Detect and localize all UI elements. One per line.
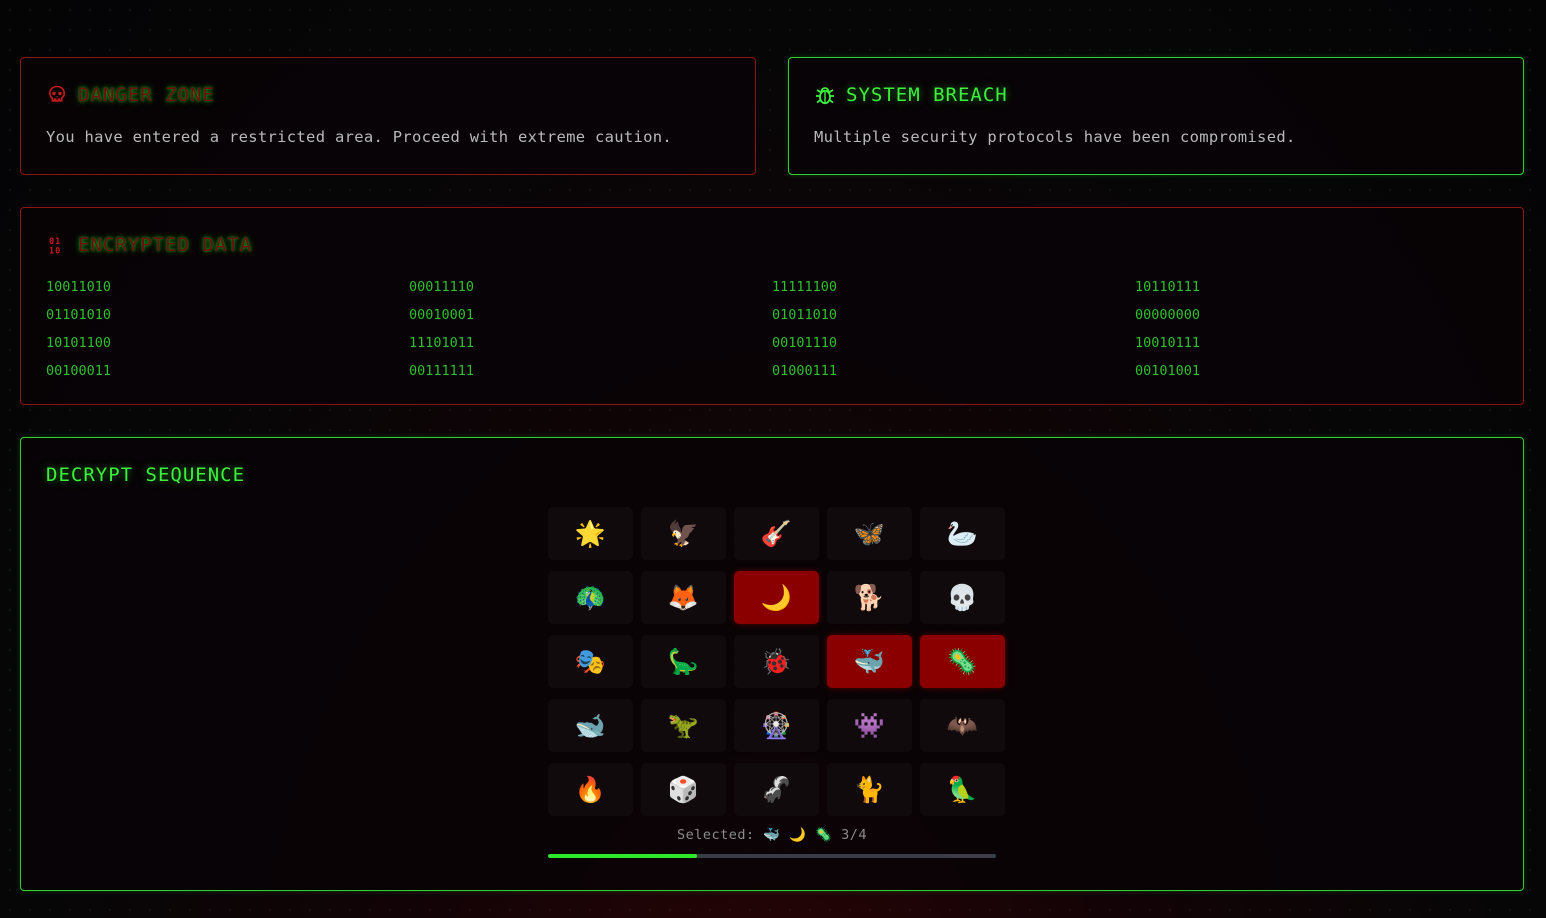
tile-masks[interactable]: 🎭 xyxy=(548,635,633,688)
tile-ferris-wheel[interactable]: 🎡 xyxy=(734,699,819,752)
danger-zone-text: You have entered a restricted area. Proc… xyxy=(46,128,673,146)
danger-zone-title: DANGER ZONE xyxy=(78,84,215,106)
system-breach-header: SYSTEM BREACH xyxy=(814,84,1008,106)
tile-ladybug[interactable]: 🐞 xyxy=(734,635,819,688)
tile-star[interactable]: 🌟 xyxy=(548,507,633,560)
binary-cell: 01101010 xyxy=(46,307,112,323)
binary-cell: 11101011 xyxy=(409,335,475,351)
svg-text:10: 10 xyxy=(49,247,61,257)
tile-dice[interactable]: 🎲 xyxy=(641,763,726,816)
decrypt-sequence-card: DECRYPT SEQUENCE 🌟 🦅 🎸 🦋 🦢 🦚 🦊 🌙 🐕 💀 🎭 🦕 🐞 🐳 🦠 🐋 🦖 🎡 👾 🦇 🔥 🎲 🦨… xyxy=(20,437,1524,891)
tile-t-rex[interactable]: 🦖 xyxy=(641,699,726,752)
encrypted-data-title: ENCRYPTED DATA xyxy=(78,234,253,256)
binary-icon: 01 10 xyxy=(46,234,68,257)
tile-whale[interactable]: 🐳 xyxy=(827,635,912,688)
tile-dog[interactable]: 🐕 xyxy=(827,571,912,624)
progress-bar xyxy=(548,854,996,858)
binary-cell: 10110111 xyxy=(1135,279,1201,295)
tile-skull[interactable]: 💀 xyxy=(920,571,1005,624)
skull-icon xyxy=(46,84,68,106)
binary-cell: 00101001 xyxy=(1135,363,1201,379)
system-breach-text: Multiple security protocols have been co… xyxy=(814,128,1296,146)
selected-count: 3/4 xyxy=(841,827,867,843)
decrypt-sequence-header: DECRYPT SEQUENCE xyxy=(46,464,245,486)
tile-sauropod[interactable]: 🦕 xyxy=(641,635,726,688)
bug-icon xyxy=(814,84,836,106)
binary-cell: 00010001 xyxy=(409,307,475,323)
selected-status: Selected: 🐳 🌙 🦠 3/4 xyxy=(548,827,996,843)
decrypt-sequence-title: DECRYPT SEQUENCE xyxy=(46,464,246,486)
tile-peacock[interactable]: 🦚 xyxy=(548,571,633,624)
tile-butterfly[interactable]: 🦋 xyxy=(827,507,912,560)
binary-cell: 10010111 xyxy=(1135,335,1201,351)
binary-cell: 00100011 xyxy=(46,363,112,379)
tile-moon[interactable]: 🌙 xyxy=(734,571,819,624)
system-breach-title: SYSTEM BREACH xyxy=(846,84,1008,106)
binary-cell: 00011110 xyxy=(409,279,475,295)
binary-cell: 00111111 xyxy=(409,363,475,379)
binary-cell: 00101110 xyxy=(772,335,838,351)
encrypted-data-header: 01 10 ENCRYPTED DATA xyxy=(46,234,253,257)
binary-cell: 10011010 xyxy=(46,279,112,295)
binary-cell: 10101100 xyxy=(46,335,112,351)
binary-cell: 00000000 xyxy=(1135,307,1201,323)
svg-text:01: 01 xyxy=(49,237,61,247)
tile-microbe[interactable]: 🦠 xyxy=(920,635,1005,688)
tile-fire[interactable]: 🔥 xyxy=(548,763,633,816)
tile-eagle[interactable]: 🦅 xyxy=(641,507,726,560)
system-breach-card: SYSTEM BREACH Multiple security protocol… xyxy=(788,57,1524,175)
danger-zone-card: DANGER ZONE You have entered a restricte… xyxy=(20,57,756,175)
selected-label: Selected: xyxy=(676,827,755,843)
tile-swan[interactable]: 🦢 xyxy=(920,507,1005,560)
tile-whale-2[interactable]: 🐋 xyxy=(548,699,633,752)
tile-guitar[interactable]: 🎸 xyxy=(734,507,819,560)
tile-cat[interactable]: 🐈 xyxy=(827,763,912,816)
tile-bat[interactable]: 🦇 xyxy=(920,699,1005,752)
danger-zone-header: DANGER ZONE xyxy=(46,84,215,106)
binary-cell: 01000111 xyxy=(772,363,838,379)
binary-cell: 01011010 xyxy=(772,307,838,323)
tile-alien-monster[interactable]: 👾 xyxy=(827,699,912,752)
tile-fox[interactable]: 🦊 xyxy=(641,571,726,624)
tile-parrot[interactable]: 🦜 xyxy=(920,763,1005,816)
selected-emojis: 🐳 🌙 🦠 xyxy=(763,827,833,843)
tile-skunk[interactable]: 🦨 xyxy=(734,763,819,816)
binary-grid: 10011010 00011110 11111100 10110111 0110… xyxy=(46,278,1498,380)
emoji-grid: 🌟 🦅 🎸 🦋 🦢 🦚 🦊 🌙 🐕 💀 🎭 🦕 🐞 🐳 🦠 🐋 🦖 🎡 👾 🦇 🔥 🎲 🦨 🐈 🦜 xyxy=(548,507,1005,816)
progress-fill xyxy=(548,854,698,858)
encrypted-data-card: 01 10 ENCRYPTED DATA 10011010 00011110 1… xyxy=(20,207,1524,405)
binary-cell: 11111100 xyxy=(772,279,838,295)
